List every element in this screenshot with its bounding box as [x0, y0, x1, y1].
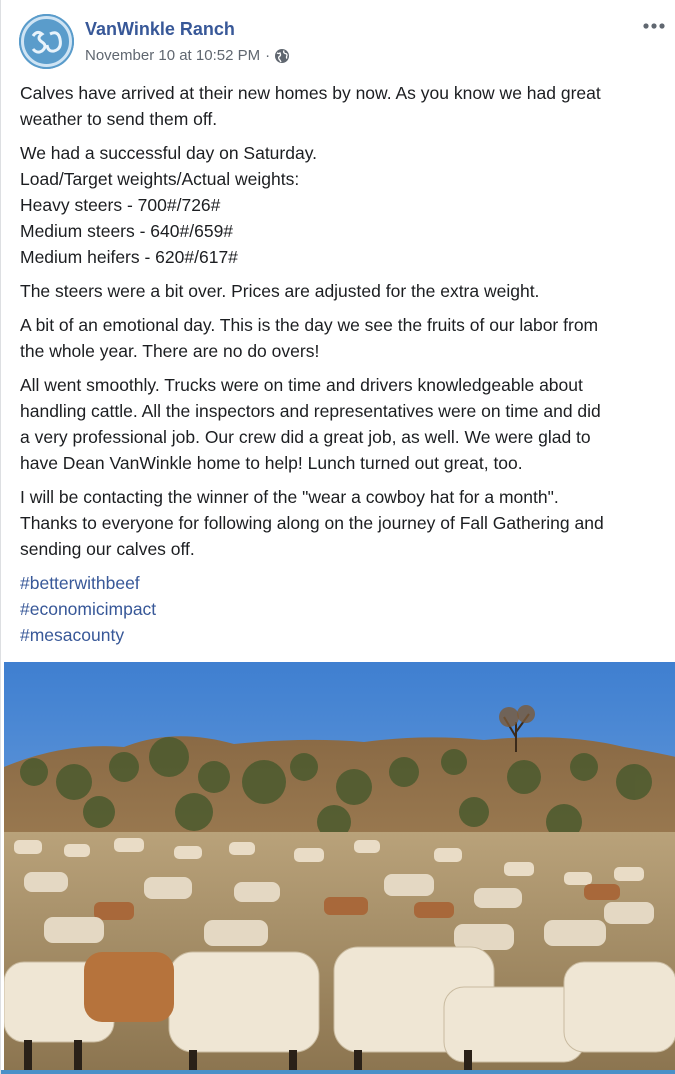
meta-separator: ·	[265, 47, 271, 64]
facebook-post: VanWinkle Ranch November 10 at 10:52 PM …	[0, 0, 675, 1074]
hashtag-link[interactable]: #betterwithbeef	[20, 570, 660, 596]
text-line: Thanks to everyone for following along o…	[20, 513, 604, 533]
text-line: The steers were a bit over. Prices are a…	[20, 281, 540, 301]
paragraph-5: All went smoothly. Trucks were on time a…	[20, 372, 660, 476]
text-line: All went smoothly. Trucks were on time a…	[20, 375, 583, 395]
text-line: handling cattle. All the inspectors and …	[20, 401, 601, 421]
page-name-link[interactable]: VanWinkle Ranch	[85, 19, 235, 40]
hashtag-link[interactable]: #economicimpact	[20, 596, 660, 622]
text-line: Heavy steers - 700#/726#	[20, 195, 221, 215]
text-line: a very professional job. Our crew did a …	[20, 427, 591, 447]
text-line: sending our calves off.	[20, 539, 195, 559]
paragraph-6: I will be contacting the winner of the "…	[20, 484, 660, 562]
more-options-icon[interactable]	[639, 16, 669, 36]
text-line: Medium heifers - 620#/617#	[20, 247, 238, 267]
paragraph-3: The steers were a bit over. Prices are a…	[20, 278, 660, 304]
post-body: Calves have arrived at their new homes b…	[20, 80, 660, 648]
text-line: the whole year. There are no do overs!	[20, 341, 320, 361]
paragraph-1: Calves have arrived at their new homes b…	[20, 80, 660, 132]
hashtag-link[interactable]: #mesacounty	[20, 622, 660, 648]
text-line: Medium steers - 640#/659#	[20, 221, 234, 241]
cattle-herd-photo[interactable]	[4, 662, 675, 1070]
post-header: VanWinkle Ranch November 10 at 10:52 PM …	[19, 14, 669, 74]
post-timestamp[interactable]: November 10 at 10:52 PM	[85, 47, 260, 64]
bottom-divider	[1, 1070, 675, 1074]
text-line: Load/Target weights/Actual weights:	[20, 169, 300, 189]
globe-icon	[274, 48, 290, 64]
text-line: We had a successful day on Saturday.	[20, 143, 318, 163]
paragraph-4: A bit of an emotional day. This is the d…	[20, 312, 660, 364]
text-line: weather to send them off.	[20, 109, 218, 129]
page-avatar[interactable]	[19, 14, 74, 69]
hashtag-list: #betterwithbeef #economicimpact #mesacou…	[20, 570, 660, 648]
post-meta: November 10 at 10:52 PM ·	[85, 47, 290, 64]
text-line: A bit of an emotional day. This is the d…	[20, 315, 599, 335]
text-line: Calves have arrived at their new homes b…	[20, 83, 601, 103]
paragraph-2: We had a successful day on Saturday. Loa…	[20, 140, 660, 270]
text-line: I will be contacting the winner of the "…	[20, 487, 559, 507]
text-line: have Dean VanWinkle home to help! Lunch …	[20, 453, 523, 473]
